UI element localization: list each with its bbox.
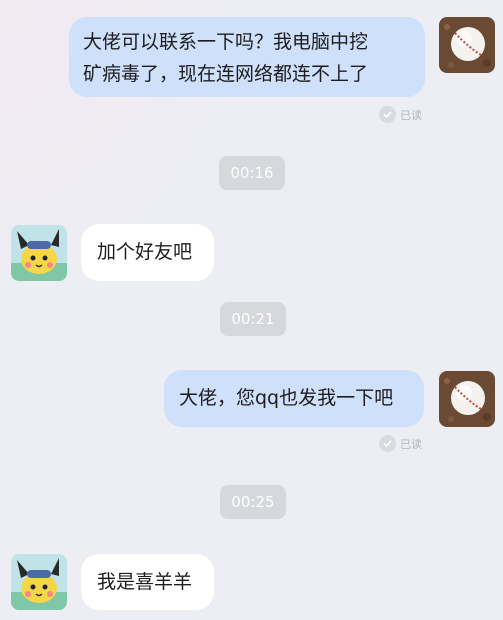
message-bubble-outgoing[interactable]: 大佬，您qq也发我一下吧 <box>164 370 424 427</box>
read-receipt: 已读 <box>379 106 422 123</box>
pichu-icon <box>11 225 67 281</box>
check-icon <box>379 435 396 452</box>
message-text: 大佬，您qq也发我一下吧 <box>179 387 394 409</box>
baseball-icon <box>439 371 495 427</box>
read-status-label: 已读 <box>400 108 422 122</box>
message-bubble-outgoing[interactable]: 大佬可以联系一下吗？我电脑中挖 矿病毒了，现在连网络都连不上了 <box>69 17 425 97</box>
message-bubble-incoming[interactable]: 我是喜羊羊 <box>81 554 214 610</box>
timestamp: 00:25 <box>220 485 286 519</box>
message-text-line: 矿病毒了，现在连网络都连不上了 <box>83 63 369 85</box>
my-avatar[interactable] <box>439 17 495 73</box>
message-text-line: 大佬可以联系一下吗？我电脑中挖 <box>83 31 369 53</box>
chat-area: 大佬可以联系一下吗？我电脑中挖 矿病毒了，现在连网络都连不上了 已读 00:16 <box>0 0 503 620</box>
baseball-icon <box>439 17 495 73</box>
pichu-icon <box>11 554 67 610</box>
timestamp: 00:21 <box>220 302 286 336</box>
read-receipt: 已读 <box>379 435 422 452</box>
check-icon <box>379 106 396 123</box>
message-text: 加个好友吧 <box>97 241 193 263</box>
message-bubble-incoming[interactable]: 加个好友吧 <box>81 224 214 281</box>
message-text: 我是喜羊羊 <box>97 571 193 593</box>
contact-avatar[interactable] <box>11 225 67 281</box>
contact-avatar[interactable] <box>11 554 67 610</box>
read-status-label: 已读 <box>400 437 422 451</box>
my-avatar[interactable] <box>439 371 495 427</box>
timestamp: 00:16 <box>219 156 285 190</box>
